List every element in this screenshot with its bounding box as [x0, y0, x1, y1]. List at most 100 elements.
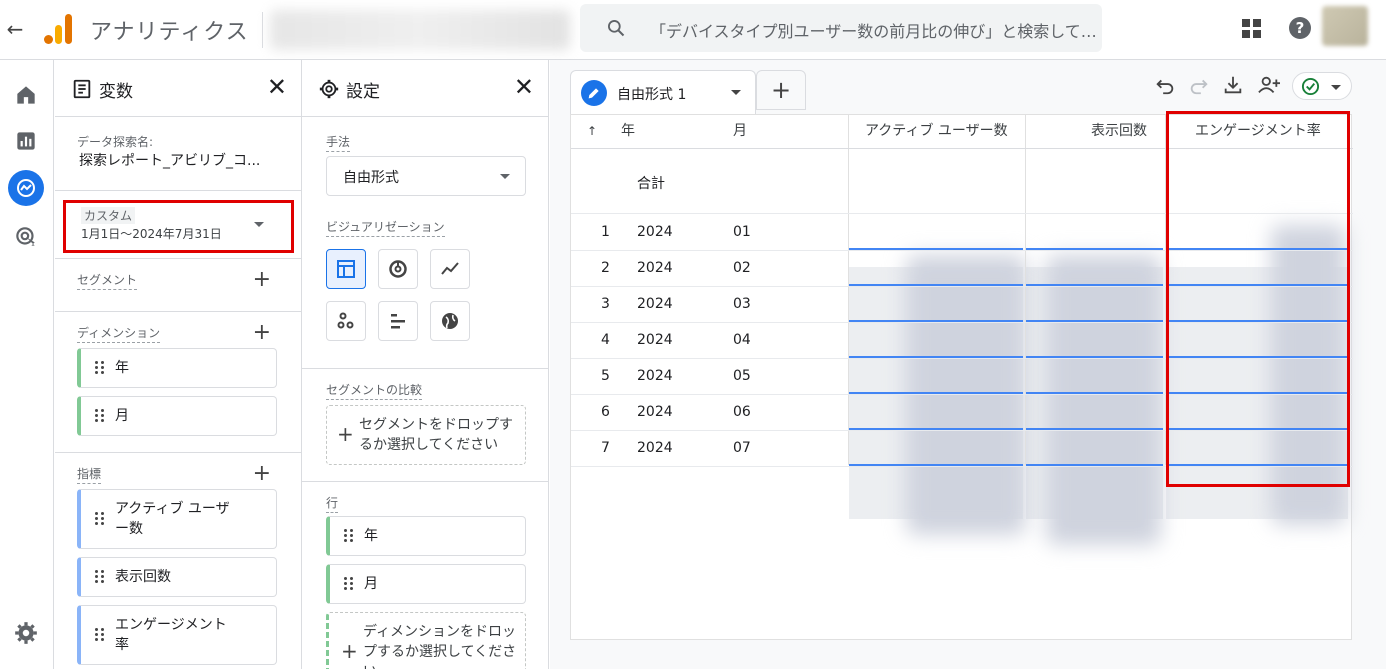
column-header-year[interactable]: 年	[621, 115, 635, 148]
undo-icon[interactable]	[1154, 74, 1176, 96]
row-index: 3	[601, 296, 610, 312]
row-chip-label: 月	[364, 576, 378, 592]
cell-year: 2024	[637, 296, 673, 312]
chevron-down-icon[interactable]	[731, 90, 741, 95]
metric-chip-label: 表示回数	[115, 569, 171, 585]
advertising-icon[interactable]	[13, 224, 39, 250]
status-dropdown[interactable]	[1292, 72, 1352, 100]
drag-handle-icon[interactable]	[344, 577, 354, 591]
bar-chart-icon	[391, 314, 405, 329]
rows-section: 行 年 月 + ディメンションをドロップするか選択してください	[302, 482, 548, 669]
row-index: 1	[601, 224, 610, 240]
settings-gear-icon[interactable]	[13, 620, 39, 646]
add-tab-button[interactable]: +	[756, 70, 806, 110]
avatar[interactable]	[1322, 6, 1368, 46]
add-dimension-icon[interactable]: +	[253, 322, 271, 344]
help-icon[interactable]: ?	[1289, 17, 1311, 39]
highlight-box-engagement	[1166, 111, 1350, 487]
reports-icon[interactable]	[13, 128, 39, 154]
drag-handle-icon[interactable]	[95, 361, 105, 375]
close-icon[interactable]: ✕	[267, 75, 287, 99]
column-header-views[interactable]: 表示回数	[1091, 115, 1147, 148]
sort-icon[interactable]: ↑	[587, 115, 597, 148]
cell-year: 2024	[637, 332, 673, 348]
search-placeholder: 「デバイスタイプ別ユーザー数の前月比の伸び」と検索して…	[650, 22, 1097, 41]
row-index: 6	[601, 404, 610, 420]
cell-year: 2024	[637, 440, 673, 456]
exploration-name-section: データ探索名: 探索レポート_アビリブ_コ...	[55, 117, 301, 191]
row-dimension-dropzone[interactable]: + ディメンションをドロップするか選択してください	[326, 612, 526, 669]
viz-bar-button[interactable]	[378, 301, 418, 341]
top-bar: ← アナリティクス 「デバイスタイプ別ユーザー数の前月比の伸び」と検索して… ?	[0, 0, 1386, 60]
plus-icon: +	[337, 422, 354, 446]
column-header-active-users[interactable]: アクティブ ユーザー数	[865, 115, 1008, 148]
segments-label: セグメント	[77, 271, 138, 290]
exploration-name-value[interactable]: 探索レポート_アビリブ_コ...	[79, 150, 260, 170]
row-index: 7	[601, 440, 610, 456]
add-metric-icon[interactable]: +	[253, 463, 271, 485]
viz-scatter-button[interactable]	[326, 301, 366, 341]
cell-month: 07	[733, 440, 751, 456]
cell-month: 04	[733, 332, 751, 348]
dimensions-section: ディメンション + 年 月	[55, 312, 301, 453]
segment-compare-label: セグメントの比較	[326, 381, 423, 400]
download-icon[interactable]	[1222, 74, 1244, 96]
redo-icon[interactable]	[1188, 74, 1210, 96]
gear-icon	[319, 79, 339, 99]
exploration-canvas: 自由形式 1 + ↑ 年 月 アクティブ ユーザー数 表示回数 エンゲージメント…	[550, 60, 1386, 669]
cell-year: 2024	[637, 368, 673, 384]
close-icon[interactable]: ✕	[514, 75, 534, 99]
metric-chip-label: アクティブ ユーザ ー数	[115, 501, 230, 537]
drag-handle-icon[interactable]	[95, 570, 105, 584]
add-segment-icon[interactable]: +	[253, 269, 271, 291]
viz-line-button[interactable]	[430, 249, 470, 289]
drag-handle-icon[interactable]	[95, 628, 105, 642]
metric-chip-views[interactable]: 表示回数	[77, 557, 277, 597]
dimensions-label: ディメンション	[77, 324, 161, 343]
apps-grid-icon[interactable]	[1242, 19, 1262, 39]
row-chip-month[interactable]: 月	[326, 564, 526, 604]
edit-pencil-icon[interactable]	[581, 80, 607, 106]
technique-select[interactable]: 自由形式	[326, 156, 526, 196]
row-chip-year[interactable]: 年	[326, 516, 526, 556]
variables-title: 変数	[99, 82, 133, 102]
dimension-chip-label: 月	[115, 408, 129, 424]
cell-month: 02	[733, 260, 751, 276]
metric-chip-engagement[interactable]: エンゲージメント 率	[77, 605, 277, 665]
explore-icon[interactable]	[8, 170, 44, 206]
arrow-back-icon[interactable]: ←	[4, 18, 26, 40]
share-user-add-icon[interactable]	[1256, 74, 1282, 96]
search-box[interactable]: 「デバイスタイプ別ユーザー数の前月比の伸び」と検索して…	[580, 4, 1102, 52]
viz-label: ビジュアリゼーション	[326, 218, 445, 237]
variables-panel: 変数 ✕ データ探索名: 探索レポート_アビリブ_コ... カスタム 1月1日～…	[55, 60, 302, 669]
metrics-label: 指標	[77, 465, 102, 484]
account-selector[interactable]	[270, 10, 570, 50]
left-nav	[0, 60, 54, 669]
cell-month: 03	[733, 296, 751, 312]
cell-month: 01	[733, 224, 751, 240]
variables-header: 変数 ✕	[55, 60, 301, 117]
column-header-month[interactable]: 月	[733, 115, 747, 148]
metrics-section: 指標 + アクティブ ユーザ ー数 表示回数 エンゲージメント 率	[55, 453, 301, 669]
viz-donut-button[interactable]	[378, 249, 418, 289]
highlight-box-date-range	[63, 200, 294, 253]
dimension-chip-label: 年	[115, 360, 129, 376]
app-title: アナリティクス	[90, 20, 249, 45]
drag-handle-icon[interactable]	[95, 409, 105, 423]
viz-table-button[interactable]	[326, 249, 366, 289]
drag-handle-icon[interactable]	[344, 529, 354, 543]
segments-section: セグメント +	[55, 259, 301, 312]
metric-chip-active-users[interactable]: アクティブ ユーザ ー数	[77, 489, 277, 549]
home-icon[interactable]	[13, 82, 39, 108]
row-index: 4	[601, 332, 610, 348]
viz-geo-button[interactable]	[430, 301, 470, 341]
line-chart-icon	[441, 262, 459, 275]
donut-chart-icon	[389, 260, 407, 278]
drag-handle-icon[interactable]	[95, 512, 105, 526]
technique-value: 自由形式	[343, 170, 399, 186]
rows-label: 行	[326, 494, 339, 513]
tab-freeform-1[interactable]: 自由形式 1	[570, 70, 756, 114]
dimension-chip-month[interactable]: 月	[77, 396, 277, 436]
segment-dropzone[interactable]: + セグメントをドロップするか選択してください	[326, 405, 526, 465]
dimension-chip-year[interactable]: 年	[77, 348, 277, 388]
